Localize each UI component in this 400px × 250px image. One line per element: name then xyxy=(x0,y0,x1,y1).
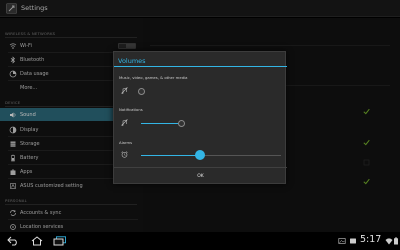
dialog-title-divider xyxy=(114,66,287,67)
media-volume-label: Music, video, games, & other media xyxy=(119,75,188,80)
ok-button[interactable]: OK xyxy=(114,168,287,185)
alarms-volume-fill xyxy=(141,154,200,156)
alarms-volume-slider[interactable] xyxy=(194,150,205,160)
notification-icon[interactable] xyxy=(349,237,357,245)
home-button[interactable] xyxy=(30,235,44,247)
dialog-title: Volumes xyxy=(118,57,146,65)
clock[interactable]: 5:17 xyxy=(360,234,381,245)
notification-muted-icon[interactable] xyxy=(121,119,128,126)
alarm-clock-icon xyxy=(121,151,128,158)
notifications-volume-slider[interactable] xyxy=(178,119,186,127)
back-button[interactable] xyxy=(6,235,20,247)
battery-status-icon xyxy=(393,237,399,245)
media-volume-slider[interactable] xyxy=(138,88,145,95)
notifications-volume-label: Notifications xyxy=(119,107,143,112)
recent-apps-button[interactable] xyxy=(53,235,67,247)
volumes-dialog: Volumes Music, video, games, & other med… xyxy=(113,51,287,185)
wifi-signal-icon xyxy=(385,237,393,245)
alarms-volume-label: Alarms xyxy=(119,140,133,145)
screenshot-notification-icon[interactable] xyxy=(338,237,346,245)
notifications-volume-fill xyxy=(141,122,182,124)
system-bar: 5:17 xyxy=(0,232,400,250)
media-muted-icon[interactable] xyxy=(121,87,128,94)
